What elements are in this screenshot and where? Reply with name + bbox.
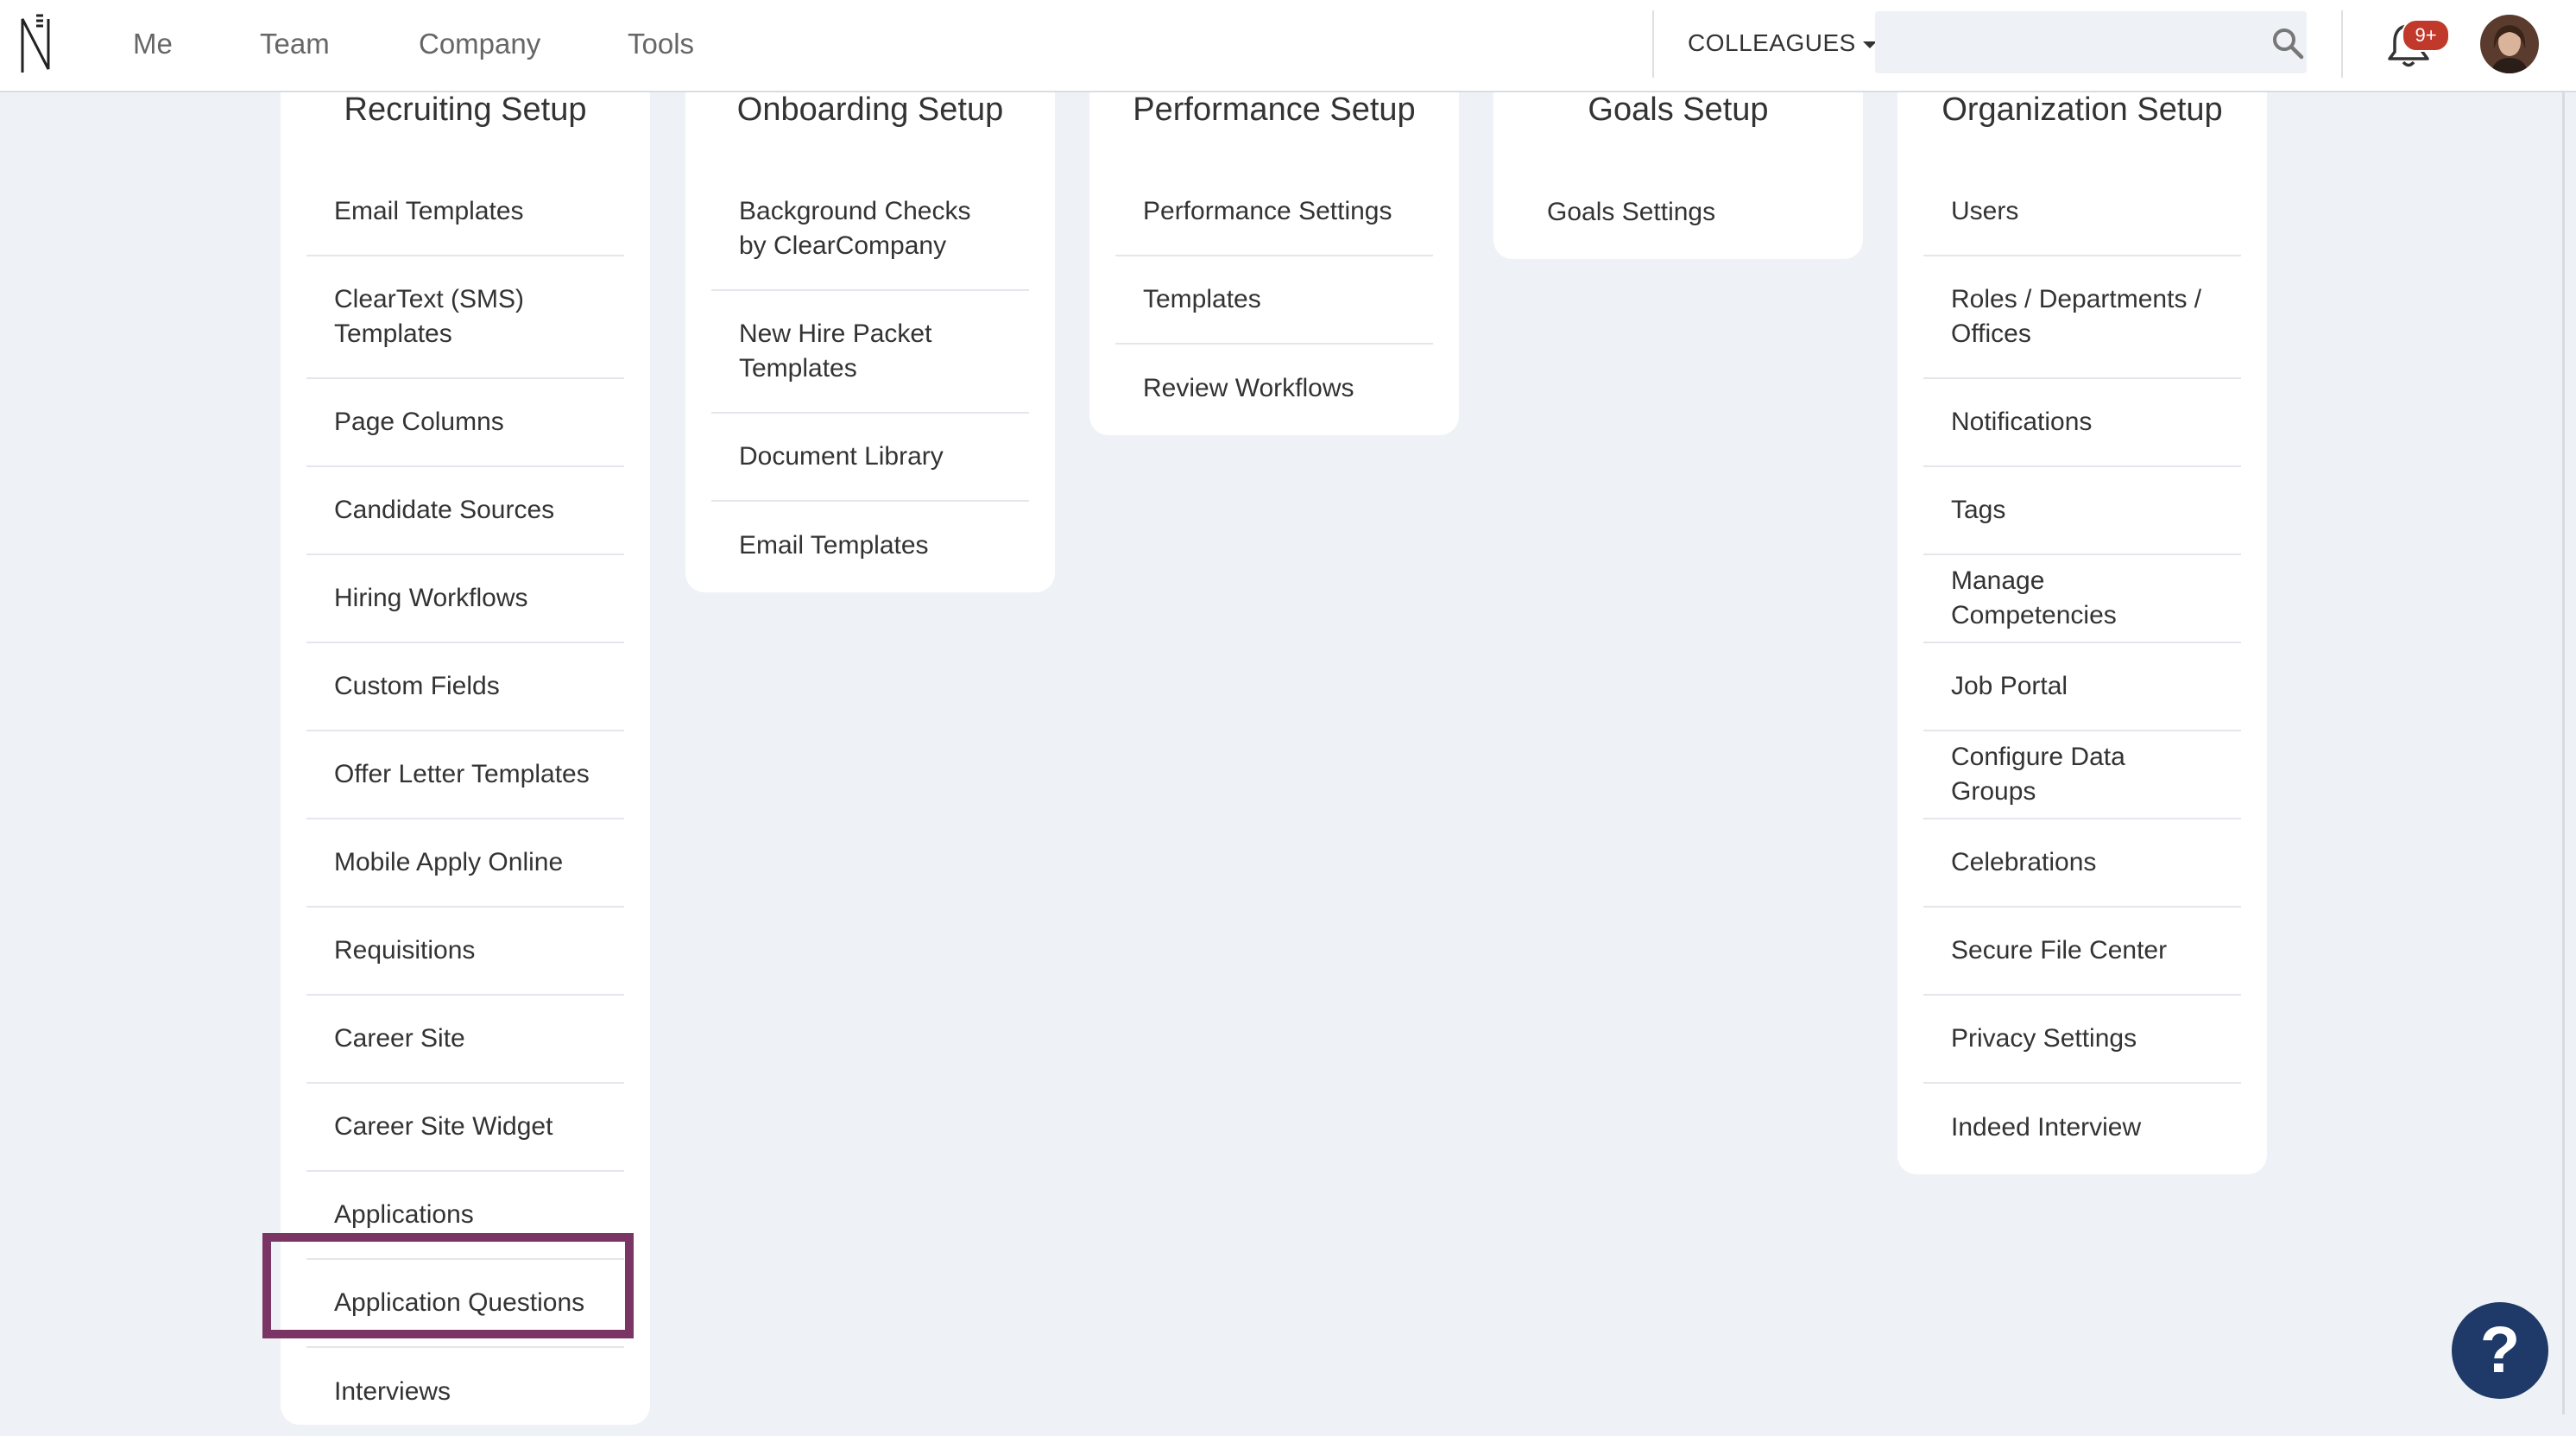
organization-setup-list: Users Roles / Departments / Offices Noti… xyxy=(1923,168,2241,1172)
list-item[interactable]: Templates xyxy=(1115,256,1433,345)
list-item[interactable]: Configure Data Groups xyxy=(1923,731,2241,819)
help-icon: ? xyxy=(2479,1313,2521,1387)
search-box xyxy=(1875,11,2307,73)
notification-badge: 9+ xyxy=(2402,19,2450,52)
list-item[interactable]: Requisitions xyxy=(306,908,624,996)
scrollbar-track[interactable] xyxy=(2562,91,2565,1414)
list-item[interactable]: Career Site Widget xyxy=(306,1084,624,1172)
list-item[interactable]: Offer Letter Templates xyxy=(306,731,624,819)
avatar-photo-icon xyxy=(2480,15,2539,73)
top-navigation-bar: Me Team Company Tools COLLEAGUES 9+ xyxy=(0,0,2576,92)
colleagues-dropdown[interactable]: COLLEAGUES xyxy=(1688,26,1877,60)
nav-me[interactable]: Me xyxy=(133,24,173,64)
goals-setup-list: Goals Settings xyxy=(1519,168,1837,256)
onboarding-setup-list: Background Checks by ClearCompany New Hi… xyxy=(711,168,1029,590)
nav-tools[interactable]: Tools xyxy=(628,24,694,64)
search-input[interactable] xyxy=(1875,11,2272,73)
list-item[interactable]: Celebrations xyxy=(1923,819,2241,908)
highlight-frame xyxy=(262,1233,634,1338)
section-title: Goals Setup xyxy=(1588,92,1769,128)
list-item[interactable]: Indeed Interview xyxy=(1923,1084,2241,1172)
list-item[interactable]: Interviews xyxy=(306,1348,624,1436)
list-item[interactable]: Career Site xyxy=(306,996,624,1084)
list-item[interactable]: Manage Competencies xyxy=(1923,555,2241,643)
list-item[interactable]: Privacy Settings xyxy=(1923,996,2241,1084)
list-item[interactable]: Custom Fields xyxy=(306,643,624,731)
section-title: Onboarding Setup xyxy=(736,92,1004,128)
search-icon[interactable] xyxy=(2270,26,2305,60)
nav-divider-right xyxy=(2341,10,2343,78)
list-item[interactable]: Document Library xyxy=(711,414,1029,502)
help-button[interactable]: ? xyxy=(2452,1302,2548,1399)
brand-logo-icon[interactable] xyxy=(16,12,57,76)
card-goals-setup: Goals Setup Goals Settings xyxy=(1493,78,1863,259)
list-item[interactable]: Email Templates xyxy=(711,502,1029,590)
nav-company[interactable]: Company xyxy=(419,24,540,64)
nav-divider xyxy=(1652,10,1654,78)
section-title: Organization Setup xyxy=(1941,92,2223,128)
card-performance-setup: Performance Setup Performance Settings T… xyxy=(1089,78,1459,435)
list-item[interactable]: Roles / Departments / Offices xyxy=(1923,256,2241,379)
list-item[interactable]: Secure File Center xyxy=(1923,908,2241,996)
card-onboarding-setup: Onboarding Setup Background Checks by Cl… xyxy=(685,78,1055,592)
list-item[interactable]: Page Columns xyxy=(306,379,624,467)
list-item[interactable]: Email Templates xyxy=(306,168,624,256)
list-item[interactable]: Mobile Apply Online xyxy=(306,819,624,908)
card-recruiting-setup: Recruiting Setup Email Templates ClearTe… xyxy=(281,78,650,1425)
list-item[interactable]: Background Checks by ClearCompany xyxy=(711,168,1029,291)
list-item[interactable]: New Hire Packet Templates xyxy=(711,291,1029,414)
section-title: Performance Setup xyxy=(1133,92,1416,128)
list-item[interactable]: Performance Settings xyxy=(1115,168,1433,256)
list-item[interactable]: Job Portal xyxy=(1923,643,2241,731)
list-item[interactable]: Hiring Workflows xyxy=(306,555,624,643)
list-item[interactable]: Users xyxy=(1923,168,2241,256)
card-organization-setup: Organization Setup Users Roles / Departm… xyxy=(1897,78,2267,1174)
performance-setup-list: Performance Settings Templates Review Wo… xyxy=(1115,168,1433,433)
nav-team[interactable]: Team xyxy=(260,24,330,64)
list-item[interactable]: Goals Settings xyxy=(1519,168,1837,256)
user-avatar[interactable] xyxy=(2480,15,2539,73)
section-title: Recruiting Setup xyxy=(344,92,587,128)
list-item[interactable]: Candidate Sources xyxy=(306,467,624,555)
colleagues-label: COLLEAGUES xyxy=(1688,29,1856,56)
list-item[interactable]: Notifications xyxy=(1923,379,2241,467)
list-item[interactable]: Review Workflows xyxy=(1115,345,1433,433)
list-item[interactable]: ClearText (SMS) Templates xyxy=(306,256,624,379)
list-item[interactable]: Tags xyxy=(1923,467,2241,555)
